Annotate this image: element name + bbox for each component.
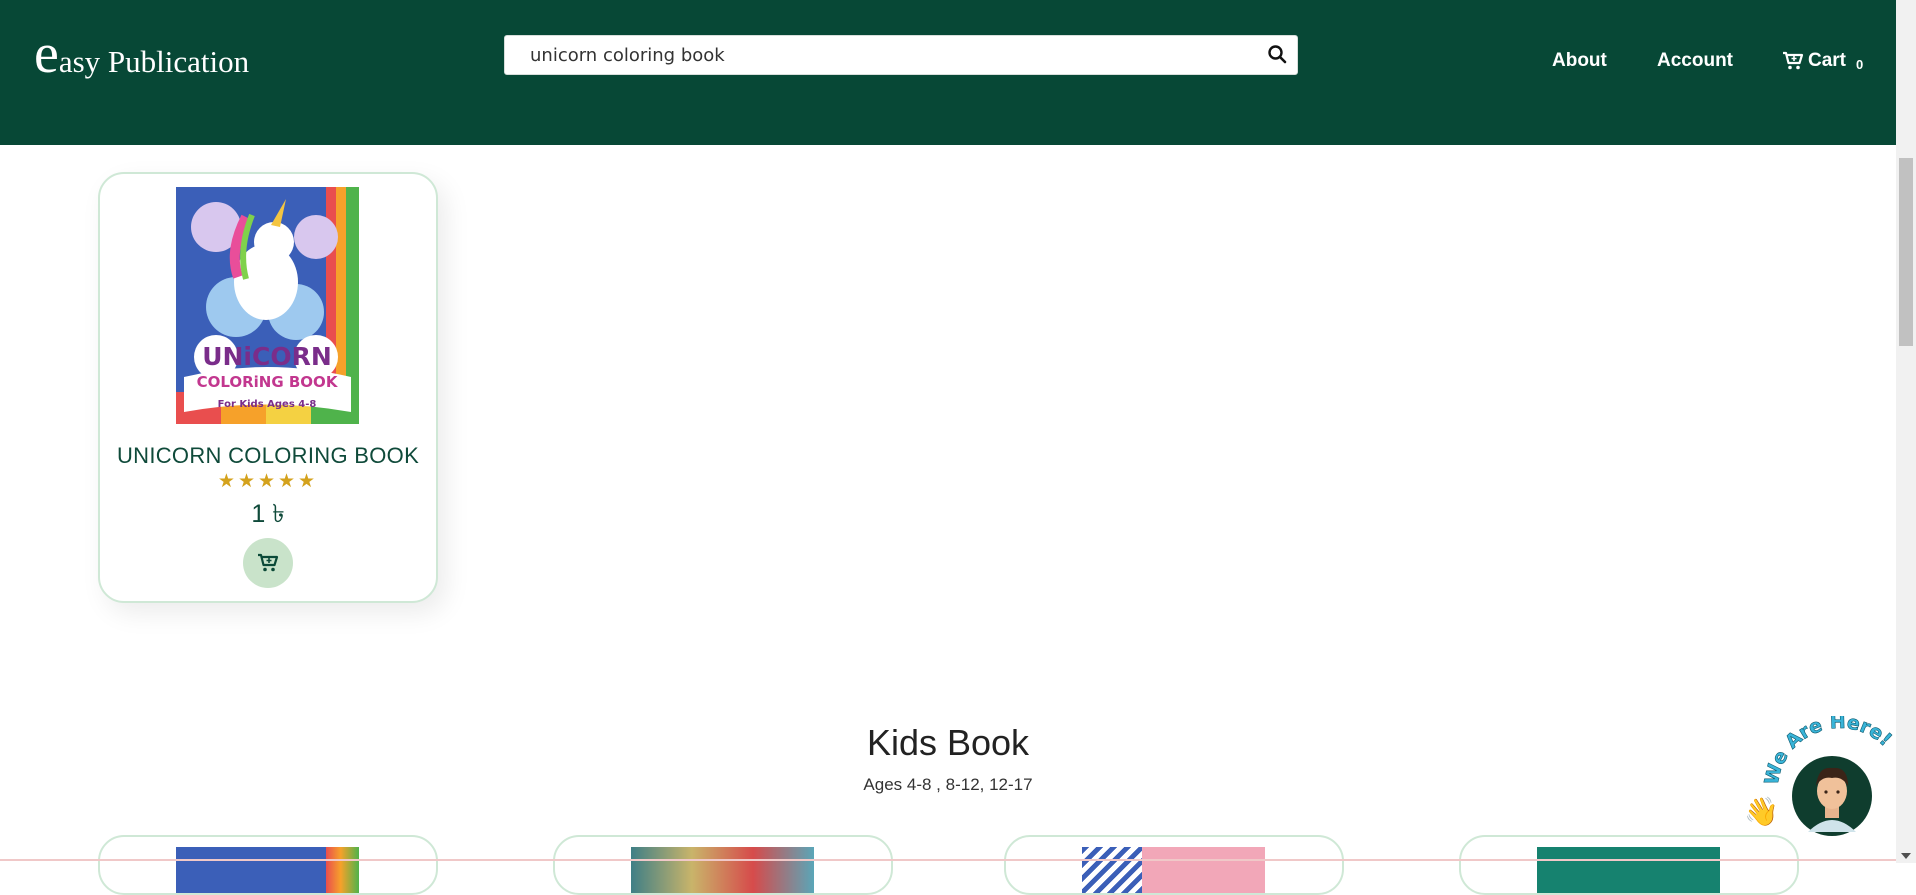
site-logo[interactable]: easy Publication (34, 26, 249, 82)
cart-icon (1783, 51, 1804, 70)
nav-about[interactable]: About (1552, 50, 1607, 72)
product-cover-image[interactable] (176, 847, 359, 893)
scroll-thumb[interactable] (1899, 158, 1913, 346)
search-input[interactable] (506, 37, 1248, 73)
product-cover-image[interactable] (1537, 847, 1720, 893)
product-price: 1 ৳ (251, 500, 285, 528)
page-bottom-border (0, 859, 1896, 861)
search-icon (1268, 44, 1287, 63)
chat-avatar-icon (1792, 756, 1872, 836)
add-to-cart-button[interactable] (243, 538, 293, 588)
product-card[interactable] (98, 835, 438, 895)
vertical-scrollbar[interactable] (1896, 0, 1916, 863)
product-cover-image[interactable] (631, 847, 814, 893)
product-card[interactable] (553, 835, 893, 895)
wave-icon: 👋 (1744, 796, 1779, 828)
section-subtitle: Ages 4-8 , 8-12, 12-17 (863, 775, 1033, 794)
cover-panel (1142, 847, 1265, 893)
site-header: easy Publication About Account Cart 0 (0, 0, 1896, 145)
product-card[interactable] (1459, 835, 1799, 895)
logo-initial: e (34, 23, 59, 85)
product-cover-image[interactable]: UNiCORN COLORiNG BOOK For Kids Ages 4-8 (176, 187, 359, 424)
product-rating: ★★★★★ (217, 471, 319, 492)
nav-cart[interactable]: Cart 0 (1782, 50, 1863, 72)
cart-label: Cart (1808, 50, 1847, 71)
search-button[interactable] (1263, 42, 1291, 68)
search-bar (504, 35, 1298, 75)
scroll-down-arrow[interactable] (1901, 853, 1911, 859)
cover-title-line2: COLORiNG BOOK (197, 373, 339, 391)
product-title[interactable]: UNICORN COLORING BOOK (98, 443, 438, 469)
cart-count: 0 (1856, 56, 1864, 72)
nav-account[interactable]: Account (1657, 50, 1733, 72)
logo-text: asy Publication (58, 44, 250, 79)
cover-title-line1: UNiCORN (202, 342, 332, 371)
add-to-cart-icon (258, 553, 279, 572)
product-card[interactable] (1004, 835, 1344, 895)
product-cover-image[interactable] (1082, 847, 1265, 893)
section-title: Kids Book (866, 722, 1030, 763)
chat-widget[interactable]: We Are Here! 👋 (1738, 711, 1898, 836)
cover-subtitle: For Kids Ages 4-8 (218, 399, 317, 410)
